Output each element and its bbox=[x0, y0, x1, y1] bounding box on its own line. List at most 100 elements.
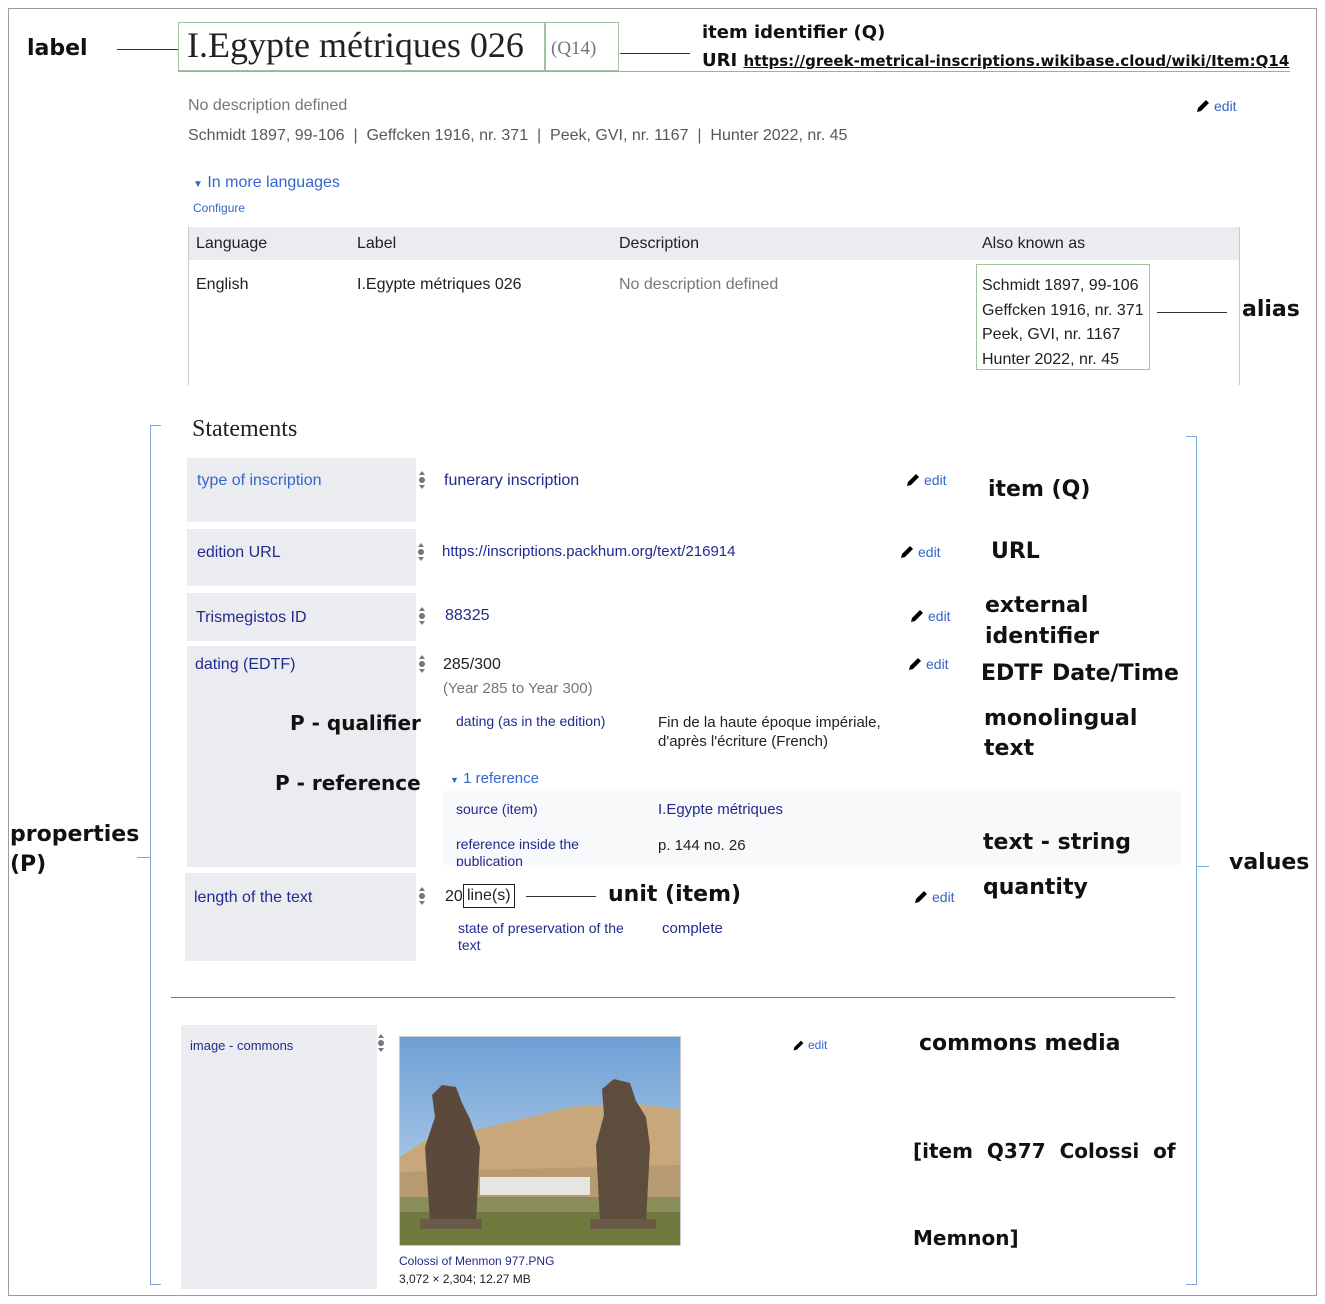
reference-value-inside: p. 144 no. 26 bbox=[658, 837, 746, 854]
pencil-icon bbox=[907, 474, 919, 486]
header-edit-button[interactable]: edit bbox=[1195, 98, 1237, 114]
annotation-monolingual-text: monolingual text bbox=[984, 706, 1138, 761]
qualifier-value-dating: Fin de la haute époque impériale, d'aprè… bbox=[658, 714, 881, 750]
aliases-box: Schmidt 1897, 99-106 Geffcken 1916, nr. … bbox=[976, 264, 1150, 370]
pencil-icon bbox=[909, 658, 921, 670]
references-toggle[interactable]: ▼ 1 reference bbox=[450, 770, 539, 787]
reference-property-inside[interactable]: reference inside the publication bbox=[456, 836, 579, 866]
properties-bracket bbox=[150, 425, 161, 1285]
property-dating-edtf[interactable]: dating (EDTF) bbox=[195, 656, 295, 674]
alias-item: Schmidt 1897, 99-106 bbox=[982, 277, 1139, 294]
commons-filename[interactable]: Colossi of Menmon 977.PNG bbox=[399, 1254, 554, 1268]
row-description: No description defined bbox=[619, 276, 779, 293]
annotation-external-identifier: external identifier bbox=[985, 593, 1100, 649]
statements-heading: Statements bbox=[192, 416, 298, 442]
annotation-text-string: text - string bbox=[983, 830, 1132, 855]
col-aliases: Also known as bbox=[982, 235, 1086, 252]
annotation-connector bbox=[526, 896, 596, 897]
pencil-icon bbox=[901, 546, 913, 558]
property-trismegistos-id[interactable]: Trismegistos ID bbox=[196, 609, 307, 627]
col-label: Label bbox=[357, 235, 397, 252]
qualifier-property-dating[interactable]: dating (as in the edition) bbox=[456, 713, 605, 729]
edit-button[interactable]: edit bbox=[907, 656, 949, 672]
col-language: Language bbox=[196, 235, 268, 252]
pencil-icon bbox=[793, 1040, 804, 1050]
value-trismegistos[interactable]: 88325 bbox=[445, 607, 490, 625]
annotation-item-q: item (Q) bbox=[988, 477, 1091, 502]
edit-button[interactable]: edit bbox=[905, 472, 947, 488]
annotation-commons-item: [item Q377 Colossi of Memnon] bbox=[913, 1139, 1176, 1250]
triangle-down-icon: ▼ bbox=[450, 775, 459, 785]
value-funerary-inscription[interactable]: funerary inscription bbox=[444, 472, 579, 490]
qualifier-property-preservation[interactable]: state of preservation of the text bbox=[458, 920, 624, 954]
edit-button[interactable]: edit bbox=[899, 544, 941, 560]
annotation-edtf: EDTF Date/Time bbox=[981, 661, 1179, 686]
uri-value: https://greek-metrical-inscriptions.wiki… bbox=[743, 52, 1290, 70]
more-languages-toggle[interactable]: ▼ In more languages bbox=[193, 174, 340, 192]
property-cell bbox=[185, 873, 416, 961]
description-empty: No description defined bbox=[188, 97, 348, 114]
rank-selector-icon[interactable] bbox=[417, 470, 427, 490]
value-edition-url[interactable]: https://inscriptions.packhum.org/text/21… bbox=[442, 543, 736, 560]
commons-image[interactable] bbox=[399, 1036, 681, 1246]
item-id: (Q14) bbox=[551, 38, 597, 59]
rank-selector-icon[interactable] bbox=[416, 542, 426, 562]
values-bracket bbox=[1186, 436, 1197, 1285]
annotation-connector bbox=[117, 49, 179, 50]
aliases-inline: Schmidt 1897, 99-106 | Geffcken 1916, nr… bbox=[188, 127, 848, 144]
annotation-commons-media: commons media bbox=[919, 1031, 1121, 1056]
colossi-photo bbox=[400, 1037, 680, 1245]
rank-selector-icon[interactable] bbox=[376, 1033, 386, 1053]
edit-button[interactable]: edit bbox=[792, 1038, 827, 1052]
row-label: I.Egypte métriques 026 bbox=[357, 276, 522, 293]
page-title: I.Egypte métriques 026 bbox=[187, 25, 524, 65]
property-cell bbox=[187, 458, 416, 522]
section-divider bbox=[171, 997, 1175, 998]
property-image-commons[interactable]: image - commons bbox=[190, 1038, 293, 1053]
property-cell bbox=[181, 1025, 377, 1289]
value-dating: 285/300 bbox=[443, 656, 501, 673]
pencil-icon bbox=[1197, 100, 1209, 112]
triangle-down-icon: ▼ bbox=[193, 179, 203, 190]
rank-selector-icon[interactable] bbox=[417, 606, 427, 626]
annotation-alias: alias bbox=[1242, 297, 1300, 322]
alias-item: Hunter 2022, nr. 45 bbox=[982, 350, 1119, 368]
title-underline bbox=[178, 71, 1290, 72]
configure-link[interactable]: Configure bbox=[193, 201, 245, 215]
qualifier-value-complete[interactable]: complete bbox=[662, 920, 723, 937]
value-length-unit[interactable]: line(s) bbox=[463, 884, 515, 908]
annotation-item-identifier: item identifier (Q) bbox=[702, 22, 886, 43]
annotation-properties: properties (P) bbox=[10, 822, 140, 877]
bracket-tick bbox=[1197, 866, 1209, 867]
annotation-label: label bbox=[27, 36, 88, 61]
reference-property-source[interactable]: source (item) bbox=[456, 801, 538, 817]
property-type-of-inscription[interactable]: type of inscription bbox=[197, 472, 322, 490]
annotation-quantity: quantity bbox=[983, 875, 1088, 900]
alias-item: Peek, GVI, nr. 1167 bbox=[982, 326, 1121, 343]
row-language: English bbox=[196, 276, 249, 293]
edit-button[interactable]: edit bbox=[909, 608, 951, 624]
annotation-connector bbox=[620, 53, 690, 54]
annotation-p-qualifier: P - qualifier bbox=[290, 711, 421, 735]
commons-metadata: 3,072 × 2,304; 12.27 MB bbox=[399, 1272, 531, 1286]
value-dating-note: (Year 285 to Year 300) bbox=[443, 680, 593, 697]
annotation-uri: URI https://greek-metrical-inscriptions.… bbox=[702, 50, 1289, 71]
annotation-values: values bbox=[1229, 850, 1310, 875]
aliases-list: Schmidt 1897, 99-106 Geffcken 1916, nr. … bbox=[982, 274, 1144, 372]
annotation-url: URL bbox=[991, 539, 1040, 564]
property-length-of-text[interactable]: length of the text bbox=[194, 889, 312, 907]
col-description: Description bbox=[619, 235, 700, 252]
reference-value-source[interactable]: I.Egypte métriques bbox=[658, 801, 783, 818]
rank-selector-icon[interactable] bbox=[417, 886, 427, 906]
annotation-unit-item: unit (item) bbox=[608, 882, 742, 907]
uri-prefix: URI bbox=[702, 50, 738, 71]
alias-item: Geffcken 1916, nr. 371 bbox=[982, 301, 1144, 319]
pencil-icon bbox=[915, 891, 927, 903]
property-cell bbox=[187, 646, 416, 867]
edit-button[interactable]: edit bbox=[913, 889, 955, 905]
rank-selector-icon[interactable] bbox=[417, 654, 427, 674]
annotation-connector bbox=[1157, 312, 1227, 313]
annotation-p-reference: P - reference bbox=[275, 771, 421, 795]
value-length-amount: 20 bbox=[445, 888, 463, 905]
property-edition-url[interactable]: edition URL bbox=[197, 544, 281, 562]
